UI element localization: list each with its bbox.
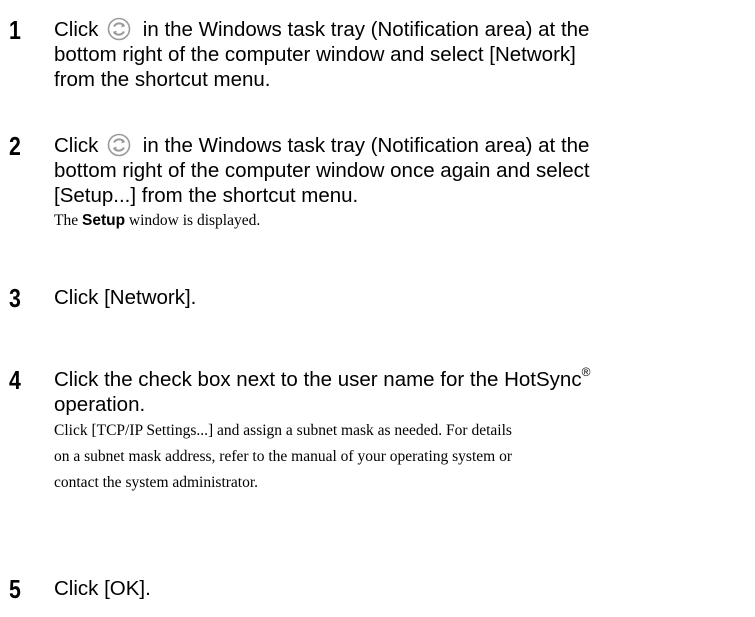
step-detail: Click [TCP/IP Settings...] and assign a …: [54, 422, 512, 491]
hotsync-icon: [107, 17, 131, 41]
step-instruction: Click in the Windows task tray (Notifica…: [54, 17, 590, 91]
step-instruction: Click in the Windows task tray (Notifica…: [54, 133, 590, 207]
setup-window-name: Setup: [81, 212, 126, 229]
step-number: 3: [9, 283, 21, 313]
hotsync-icon: [107, 133, 131, 157]
step-number: 5: [9, 574, 21, 604]
step-instruction: Click [OK].: [54, 577, 151, 600]
registered-mark: ®: [581, 365, 591, 380]
step-instruction: Click [Network].: [54, 286, 197, 309]
step-instruction: Click the check box next to the user nam…: [54, 365, 591, 416]
step-number: 4: [9, 365, 21, 395]
step-note: The Setup window is displayed.: [54, 212, 261, 229]
step-number: 2: [9, 131, 21, 161]
step-number: 1: [9, 15, 21, 45]
